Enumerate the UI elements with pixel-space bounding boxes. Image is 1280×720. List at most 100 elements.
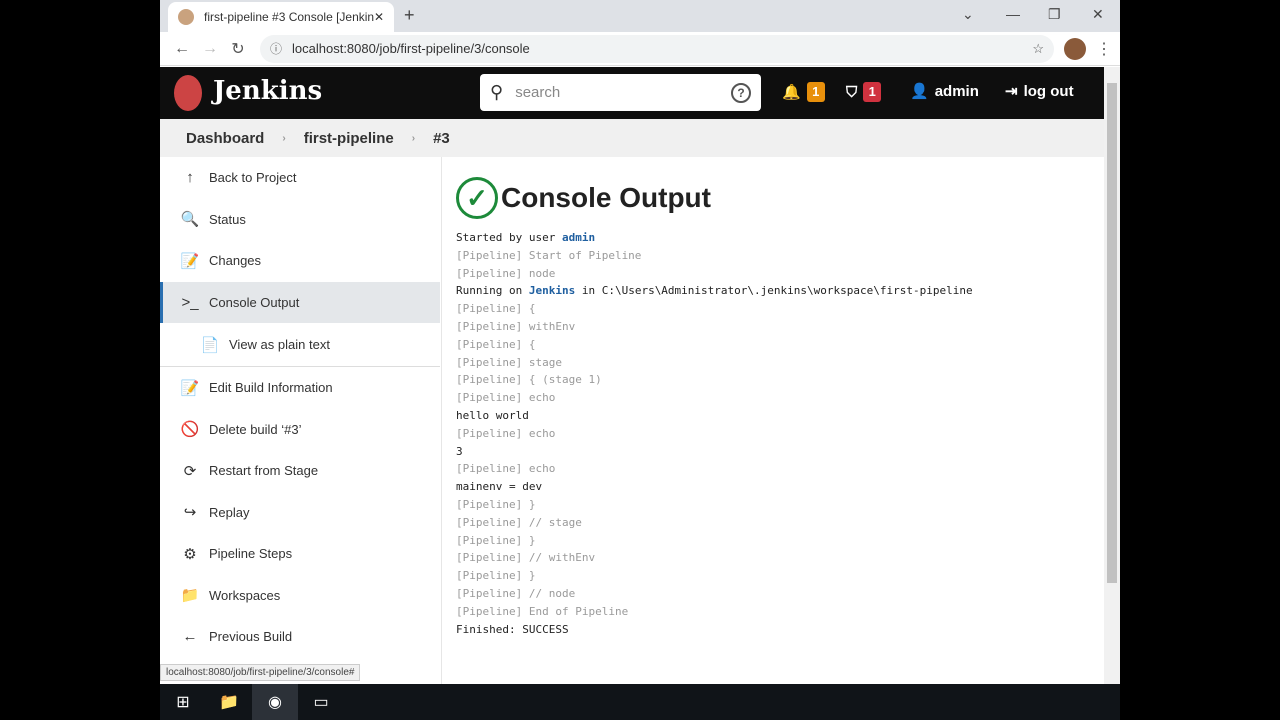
breadcrumb-separator-icon: › [411,132,416,144]
console-line: Finished: SUCCESS [456,621,1104,639]
forward-button[interactable]: → [196,40,224,58]
tab-title: first-pipeline #3 Console [Jenkins] [204,10,374,24]
brand-link[interactable]: Jenkins [213,76,322,106]
close-tab-icon[interactable]: ✕ [374,10,384,24]
sidebar-item-label: Delete build ‘#3’ [209,421,302,437]
sidebar-item-previous-build[interactable]: ← Previous Build [160,616,440,658]
console-line: [Pipeline] { [456,336,1104,354]
sidebar-item-view-as-plain-text[interactable]: 📄 View as plain text [160,323,440,367]
sidebar-icon: ← [182,628,198,646]
jenkins-header: Jenkins ⚲ search? 🔔 1 ⛉ 1 👤 admin ⇥ log out [160,67,1104,119]
pipeline-step: [Pipeline] // stage [456,515,582,529]
sidebar-item-status[interactable]: 🔍 Status [160,199,440,241]
restore-button[interactable]: ❐ [1048,6,1061,23]
browser-tab[interactable]: first-pipeline #3 Console [Jenkins] ✕ [168,2,394,32]
shield-icon: ⛉ [846,83,858,101]
logout-label: log out [1023,82,1074,100]
security-button[interactable]: ⛉ 1 [846,82,882,102]
url-input[interactable]: ⓘ localhost:8080/job/first-pipeline/3/con… [260,34,1054,63]
console-link[interactable]: admin [562,231,595,244]
success-check-icon: ✓ [456,177,498,219]
bookmark-star-icon[interactable]: ☆ [1032,41,1044,57]
reload-button[interactable]: ↻ [224,39,252,59]
logout-link[interactable]: ⇥ log out [1005,82,1074,101]
breadcrumb-job[interactable]: first-pipeline [304,130,394,147]
minimize-button[interactable]: — [1006,6,1020,22]
sidebar-item-restart-from-stage[interactable]: ⟳ Restart from Stage [160,450,440,492]
page-title: ✓ Console Output [456,177,1104,219]
sidebar-item-delete-build-3[interactable]: 🚫 Delete build ‘#3’ [160,409,440,451]
console-line: Running on Jenkins in C:\Users\Administr… [456,282,1104,300]
sidebar-icon: ↑ [186,169,194,187]
taskbar: ⊞ 📁 ◉ ▭ [160,684,1120,720]
pipeline-step: [Pipeline] { [456,302,536,316]
console-line: [Pipeline] Start of Pipeline [456,247,1104,265]
console-text: Running on [456,284,529,298]
vertical-scrollbar[interactable] [1104,67,1120,684]
sidebar-item-label: Replay [209,504,250,520]
help-icon[interactable]: ? [731,82,751,103]
notifications-button[interactable]: 🔔 1 [782,82,825,102]
sidebar-item-label: Back to Project [209,170,297,186]
console-line: [Pipeline] // stage [456,514,1104,532]
page-title-text: Console Output [501,182,711,213]
pipeline-step: [Pipeline] node [456,266,556,280]
start-button[interactable]: ⊞ [160,684,206,720]
terminal-icon[interactable]: ▭ [298,684,344,720]
pipeline-step: [Pipeline] echo [456,462,556,476]
sidebar-item-label: Console Output [209,294,300,310]
pipeline-step: [Pipeline] } [456,533,536,547]
sidebar: ↑ Back to Project 🔍 Status 📝 Changes >_ Console… [160,157,440,684]
info-icon[interactable]: ⓘ [270,40,282,57]
tab-search-icon[interactable]: ⌄ [962,6,974,23]
sidebar-icon: 📝 [180,379,200,397]
console-line: mainenv = dev [456,478,1104,496]
pipeline-step: [Pipeline] { (stage 1) [456,373,602,387]
pipeline-step: [Pipeline] } [456,569,536,583]
pipeline-step: [Pipeline] echo [456,391,556,405]
chrome-icon[interactable]: ◉ [252,684,298,720]
close-window-button[interactable]: ✕ [1092,6,1104,23]
back-button[interactable]: ← [168,40,196,58]
sidebar-icon: 📁 [180,587,200,605]
sidebar-item-back-to-project[interactable]: ↑ Back to Project [160,157,440,199]
search-input[interactable]: search [515,84,560,101]
breadcrumb-dashboard[interactable]: Dashboard [186,130,264,147]
console-line: 3 [456,443,1104,461]
scrollbar-thumb[interactable] [1107,83,1117,583]
browser-window: first-pipeline #3 Console [Jenkins] ✕ + ⌄… [160,0,1120,684]
console-line: [Pipeline] // node [456,585,1104,603]
file-explorer-icon[interactable]: 📁 [206,684,252,720]
menu-icon[interactable]: ⋮ [1096,39,1112,59]
sidebar-item-label: Previous Build [209,629,293,645]
console-line: [Pipeline] echo [456,389,1104,407]
sidebar-item-label: Status [209,211,246,227]
console-line: [Pipeline] echo [456,460,1104,478]
user-link[interactable]: 👤 admin [910,82,979,101]
user-name: admin [934,82,979,100]
sidebar-icon: 🔍 [180,211,200,229]
jenkins-logo-icon[interactable] [174,75,202,111]
sidebar-icon: ↪ [183,504,197,522]
console-line: [Pipeline] End of Pipeline [456,603,1104,621]
sidebar-item-edit-build-information[interactable]: 📝 Edit Build Information [160,367,440,409]
sidebar-item-console-output[interactable]: >_ Console Output [160,281,440,323]
console-text: mainenv = dev [456,480,543,494]
sidebar-item-changes[interactable]: 📝 Changes [160,240,440,282]
breadcrumb-separator-icon: › [282,132,286,144]
sidebar-item-workspaces[interactable]: 📁 Workspaces [160,575,440,617]
pipeline-step: [Pipeline] withEnv [456,319,576,333]
new-tab-button[interactable]: + [404,5,415,26]
console-text: hello world [456,408,529,422]
console-link[interactable]: Jenkins [529,284,575,297]
tab-bar: first-pipeline #3 Console [Jenkins] ✕ + ⌄… [160,0,1120,32]
profile-avatar[interactable] [1064,37,1086,60]
breadcrumb-build[interactable]: #3 [433,130,450,147]
console-text: in C:\Users\Administrator\.jenkins\works… [575,284,973,298]
pipeline-step: [Pipeline] End of Pipeline [456,604,629,618]
search-box[interactable]: ⚲ search? [480,74,761,111]
sidebar-item-replay[interactable]: ↪ Replay [160,492,440,534]
console-line: [Pipeline] } [456,496,1104,514]
console-line: [Pipeline] { (stage 1) [456,371,1104,389]
sidebar-item-pipeline-steps[interactable]: ⚙ Pipeline Steps [160,533,440,575]
